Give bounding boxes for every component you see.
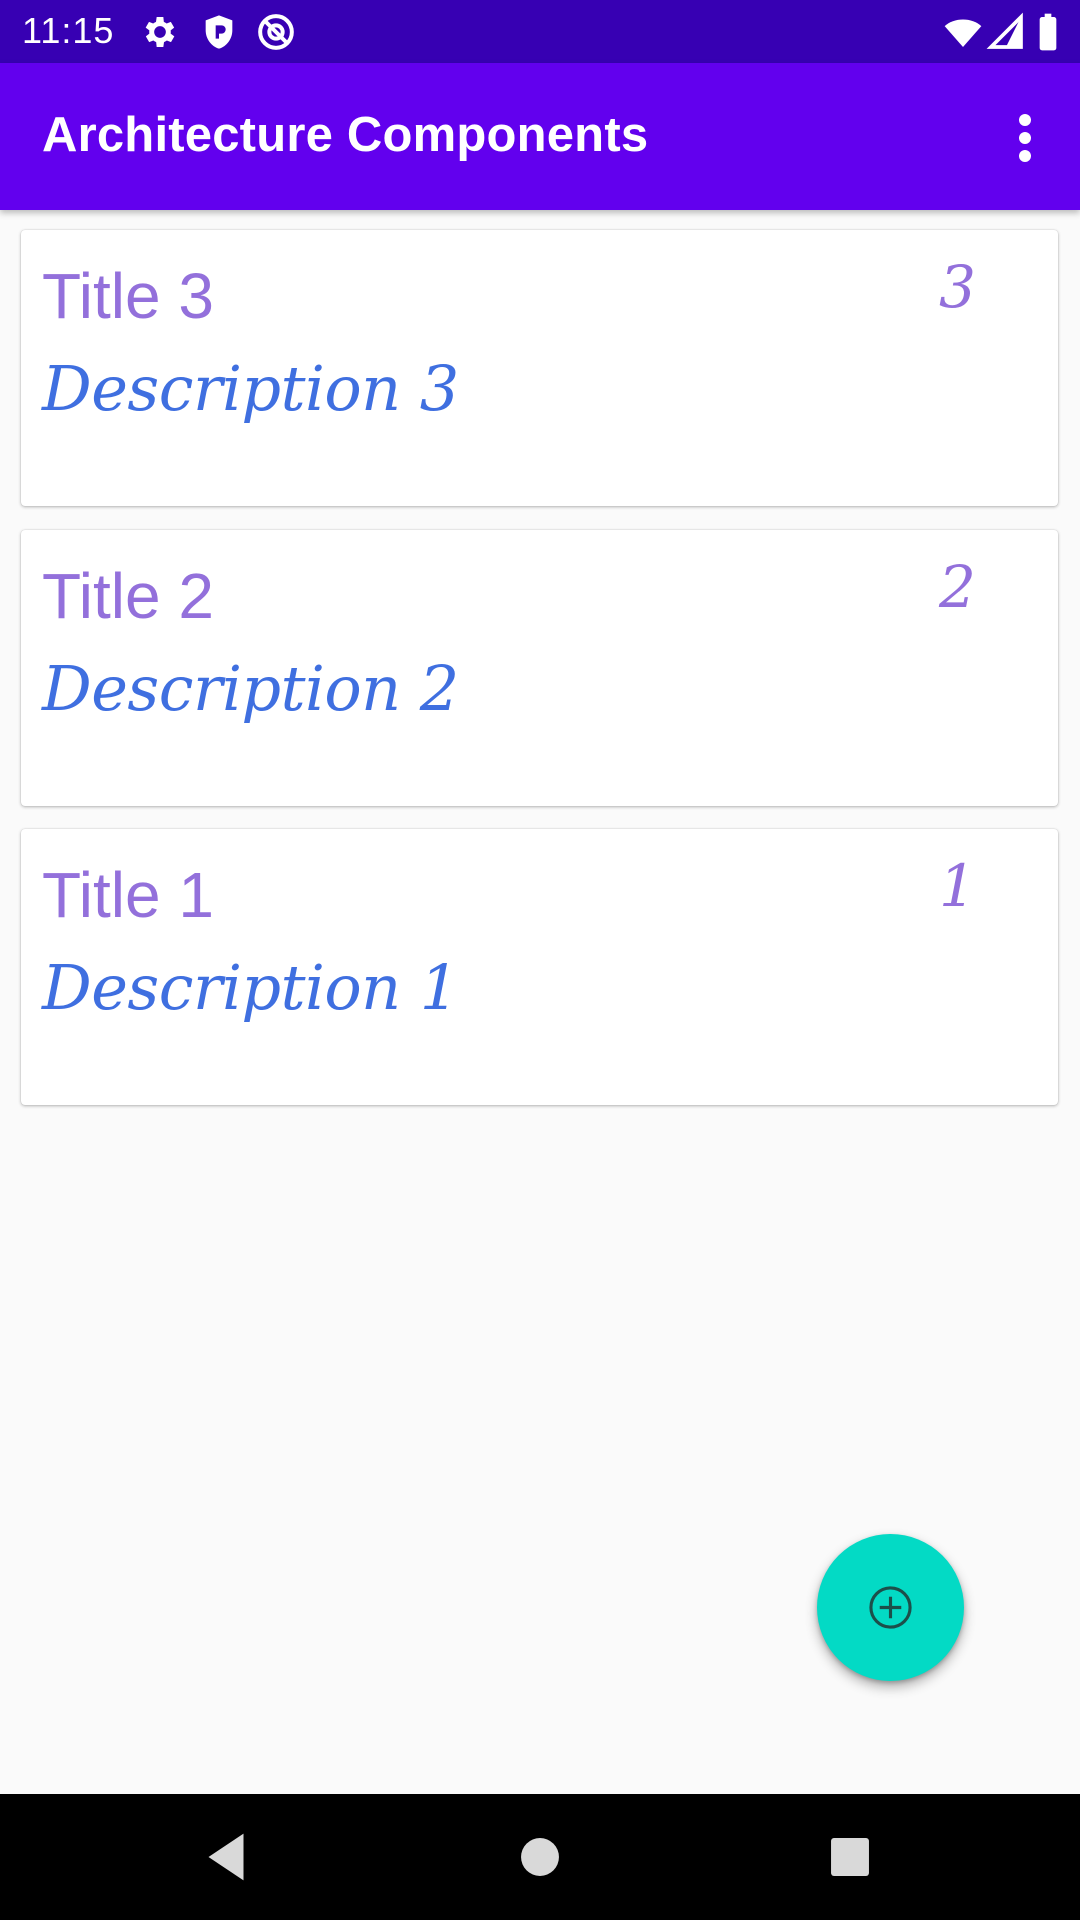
add-circle-icon xyxy=(867,1584,914,1631)
app-bar: Architecture Components xyxy=(0,63,1080,210)
back-icon[interactable] xyxy=(191,1822,261,1892)
more-vert-icon[interactable] xyxy=(970,83,1080,193)
note-card[interactable]: Title 1 Description 1 1 xyxy=(21,829,1058,1105)
app-title: Architecture Components xyxy=(42,108,649,162)
wifi-icon xyxy=(942,12,982,52)
status-time: 11:15 xyxy=(22,10,115,51)
note-priority: 2 xyxy=(939,553,976,621)
note-priority: 1 xyxy=(939,852,976,920)
home-icon[interactable] xyxy=(505,1822,575,1892)
note-card[interactable]: Title 2 Description 2 2 xyxy=(21,530,1058,806)
add-note-button[interactable] xyxy=(817,1534,964,1681)
recents-icon[interactable] xyxy=(815,1822,885,1892)
note-card[interactable]: Title 3 Description 3 3 xyxy=(21,230,1058,506)
note-title: Title 1 xyxy=(42,859,214,931)
at-sign-icon xyxy=(256,12,296,52)
battery-icon xyxy=(1036,12,1060,52)
shield-icon xyxy=(199,12,239,52)
nav-bar xyxy=(0,1794,1080,1920)
cell-signal-icon xyxy=(986,12,1026,52)
settings-icon xyxy=(140,12,180,52)
note-title: Title 2 xyxy=(42,560,214,632)
note-description: Description 3 xyxy=(42,352,459,425)
note-description: Description 1 xyxy=(42,951,459,1024)
note-title: Title 3 xyxy=(42,260,214,332)
status-bar: 11:15 xyxy=(0,0,1080,63)
note-description: Description 2 xyxy=(42,652,459,725)
note-priority: 3 xyxy=(939,253,976,321)
